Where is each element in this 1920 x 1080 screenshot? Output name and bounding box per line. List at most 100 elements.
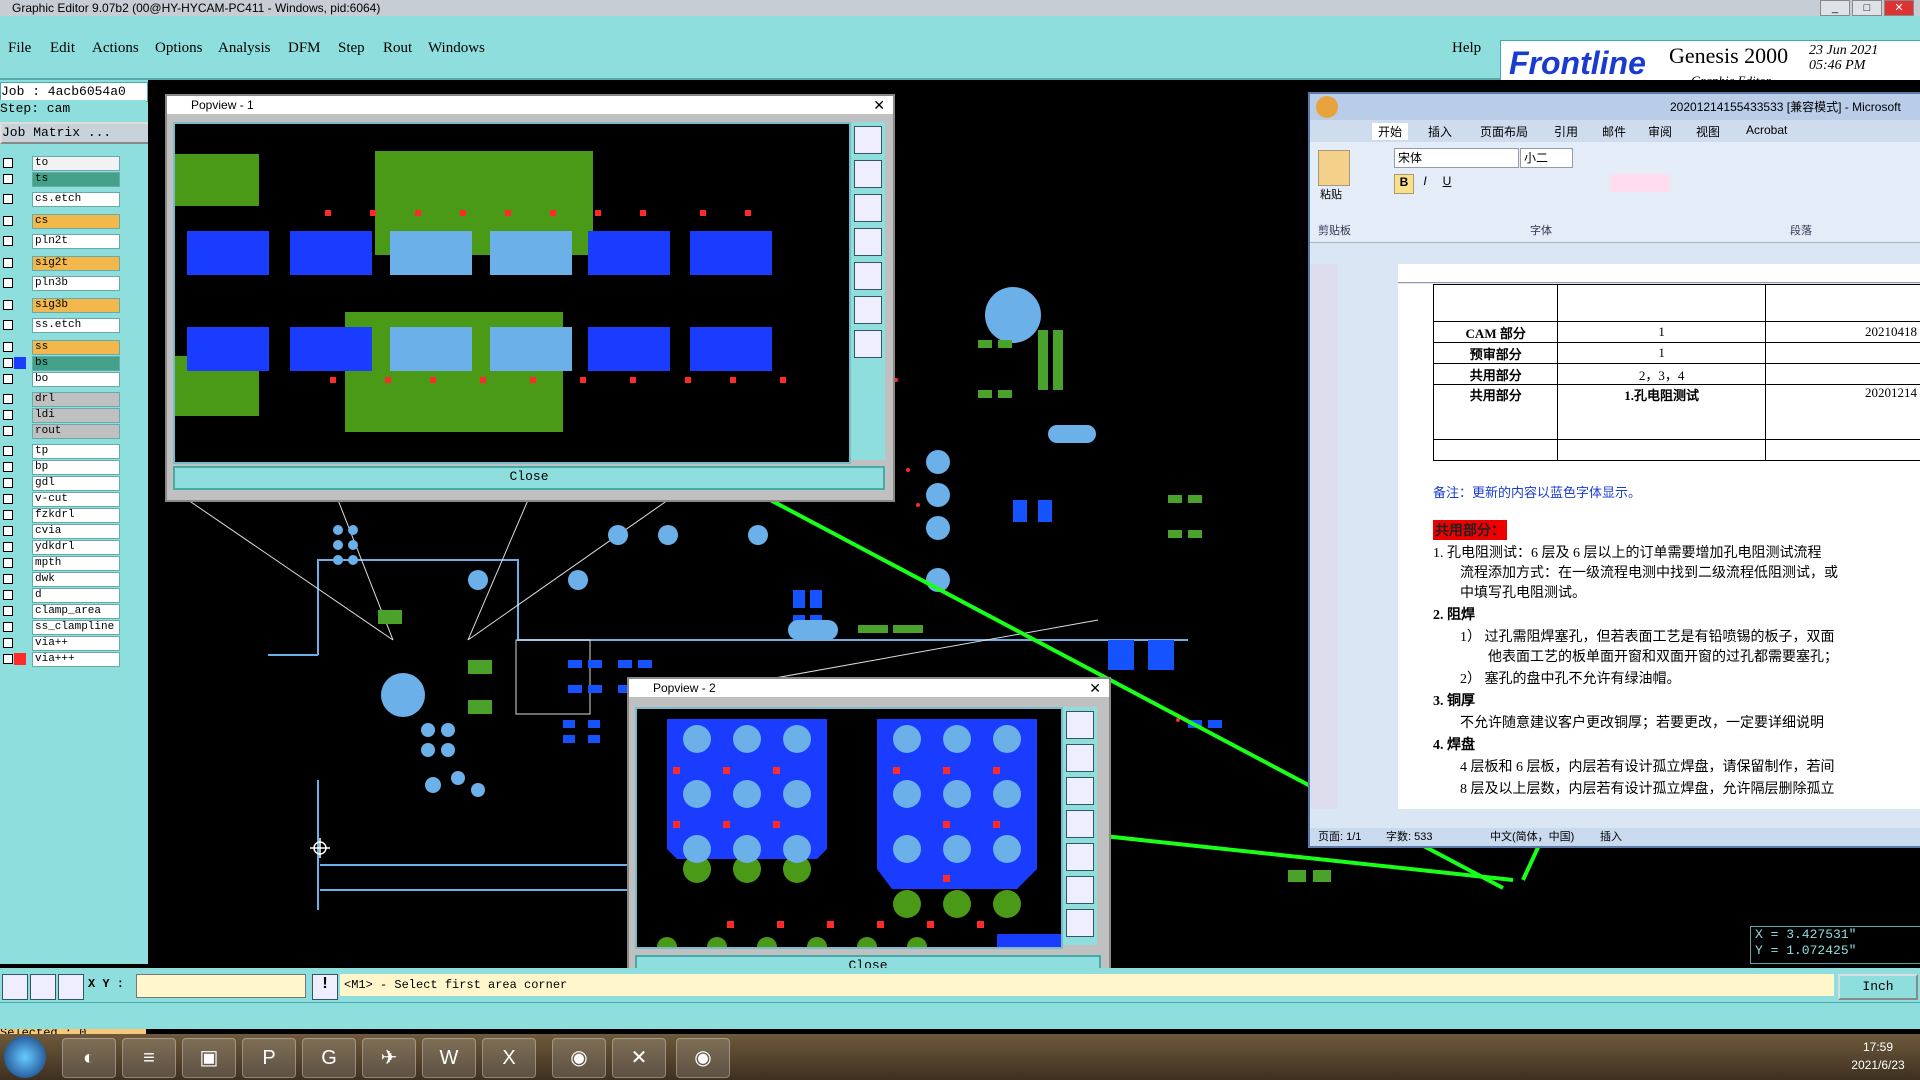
tab-insert[interactable]: 插入 [1428,123,1452,140]
layer-checkbox[interactable] [3,526,13,536]
zoom-in-icon[interactable] [854,330,882,358]
pan-left-icon[interactable] [854,228,882,256]
minimize-button[interactable]: _ [1820,0,1850,16]
layer-row[interactable]: tp [0,444,146,459]
feather-app-icon[interactable]: ✈ [362,1038,416,1078]
layer-checkbox[interactable] [3,320,13,330]
layer-color-swatch[interactable] [14,341,26,353]
layer-row[interactable]: bp [0,460,146,475]
layer-checkbox[interactable] [3,606,13,616]
layer-color-swatch[interactable] [14,557,26,569]
layer-checkbox[interactable] [3,216,13,226]
pan-down-icon[interactable] [1066,777,1094,805]
layer-row[interactable]: ydkdrl [0,540,146,555]
italic-button[interactable]: I [1416,174,1434,192]
layer-checkbox[interactable] [3,394,13,404]
layer-checkbox[interactable] [3,410,13,420]
excel-app-icon[interactable]: X [482,1038,536,1078]
pan-right-icon[interactable] [854,262,882,290]
layer-color-swatch[interactable] [14,589,26,601]
menu-analysis[interactable]: Analysis [218,40,271,57]
list-buttons[interactable] [1710,148,1910,166]
tab-references[interactable]: 引用 [1554,123,1578,140]
clock[interactable]: 17:59 2021/6/23 [1840,1038,1916,1074]
layer-row[interactable]: d [0,588,146,603]
layer-row[interactable]: gdl [0,476,146,491]
menu-options[interactable]: Options [155,40,203,57]
grid-icon[interactable] [58,974,84,1000]
layer-row[interactable]: pln3b [0,276,146,291]
zoom-home-icon[interactable] [1066,711,1094,739]
layer-checkbox[interactable] [3,300,13,310]
popview-2-close-icon[interactable]: ✕ [1089,679,1101,697]
layer-color-swatch[interactable] [14,461,26,473]
menu-help[interactable]: Help [1452,40,1481,57]
layer-checkbox[interactable] [3,462,13,472]
eye-app-icon[interactable]: ◉ [552,1038,606,1078]
layer-row[interactable]: clamp_area [0,604,146,619]
layer-row[interactable]: v-cut [0,492,146,507]
layer-color-swatch[interactable] [14,493,26,505]
layer-color-swatch[interactable] [14,525,26,537]
alert-icon[interactable]: ! [312,974,338,1000]
layer-checkbox[interactable] [3,590,13,600]
menu-dfm[interactable]: DFM [288,40,321,57]
layer-checkbox[interactable] [3,558,13,568]
shell-app-icon[interactable]: ◐ [62,1038,116,1078]
menu-file[interactable]: File [8,40,31,57]
eye-app-2-icon[interactable]: ◉ [676,1038,730,1078]
layer-checkbox[interactable] [3,654,13,664]
close-button[interactable]: ✕ [1884,0,1914,16]
layer-row[interactable]: via++ [0,636,146,651]
layer-color-swatch[interactable] [14,299,26,311]
graphic-app-icon[interactable]: G [302,1038,356,1078]
layer-color-swatch[interactable] [14,509,26,521]
tab-review[interactable]: 审阅 [1648,123,1672,140]
menu-step[interactable]: Step [338,40,365,57]
menu-actions[interactable]: Actions [92,40,139,57]
bold-button[interactable]: B [1394,174,1414,194]
pan-down-icon[interactable] [854,194,882,222]
zoom-window-icon[interactable] [2,974,28,1000]
layer-checkbox[interactable] [3,510,13,520]
menu-rout[interactable]: Rout [383,40,412,57]
layer-row[interactable]: cs [0,214,146,229]
layer-color-swatch[interactable] [14,357,26,369]
layer-color-swatch[interactable] [14,393,26,405]
layer-color-swatch[interactable] [14,445,26,457]
layer-color-swatch[interactable] [14,573,26,585]
layer-color-swatch[interactable] [14,425,26,437]
document-page[interactable]: CAM 部分 1 20210418 预审部分 1 共用部分 2，3，4 共用部分 1.孔电… [1398,284,1920,809]
layer-color-swatch[interactable] [14,277,26,289]
layer-color-swatch[interactable] [14,193,26,205]
pan-up-icon[interactable] [854,160,882,188]
layer-checkbox[interactable] [3,236,13,246]
layer-checkbox[interactable] [3,638,13,648]
layer-row[interactable]: dwk [0,572,146,587]
tab-layout[interactable]: 页面布局 [1480,123,1528,140]
office-button-icon[interactable] [1316,96,1338,118]
menu-edit[interactable]: Edit [50,40,75,57]
layer-row[interactable]: sig3b [0,298,146,313]
layer-row[interactable]: drl [0,392,146,407]
pan-right-icon[interactable] [1066,843,1094,871]
layer-color-swatch[interactable] [14,605,26,617]
layer-row[interactable]: sig2t [0,256,146,271]
highlight-color-icon[interactable] [1610,174,1670,192]
align-buttons[interactable] [1710,174,1910,192]
zoom-in-icon[interactable] [1066,909,1094,937]
layer-color-swatch[interactable] [14,235,26,247]
layer-row[interactable]: via+++ [0,652,146,667]
layer-color-swatch[interactable] [14,621,26,633]
genesis-app-icon[interactable]: P [242,1038,296,1078]
start-button-icon[interactable] [4,1036,46,1078]
layer-row[interactable]: mpth [0,556,146,571]
tab-mailings[interactable]: 邮件 [1602,123,1626,140]
maximize-button[interactable]: □ [1852,0,1882,16]
layer-checkbox[interactable] [3,158,13,168]
layer-checkbox[interactable] [3,542,13,552]
layer-row[interactable]: cvia [0,524,146,539]
layer-checkbox[interactable] [3,174,13,184]
layer-row[interactable]: rout [0,424,146,439]
layer-color-swatch[interactable] [14,409,26,421]
